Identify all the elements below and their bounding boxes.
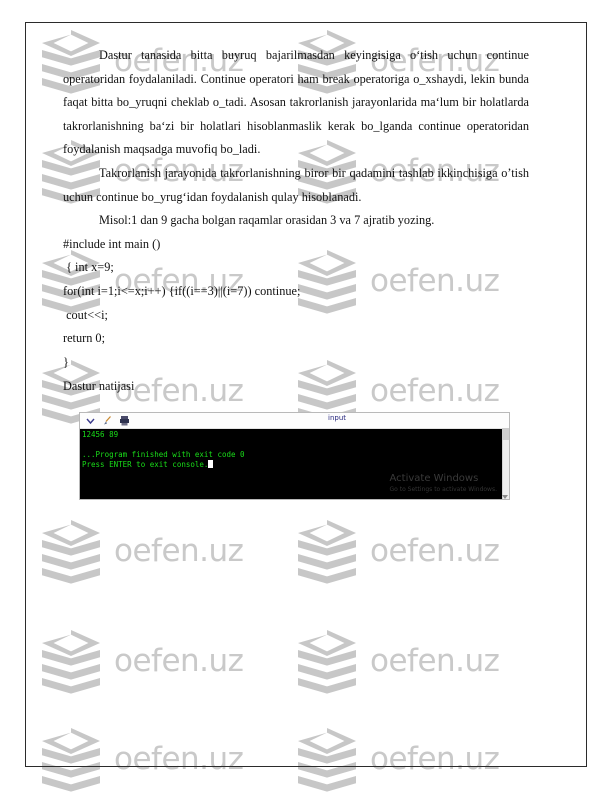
- code-line-for-loop: for(int i=1;i<=x;i++) {if((i==3)||(i=7))…: [63, 284, 301, 299]
- activate-windows-subtitle: Go to Settings to activate Windows.: [389, 486, 497, 493]
- watermark-logo-icon: [298, 630, 356, 694]
- console-scrollbar-thumb[interactable]: [502, 428, 509, 440]
- code-line-return: return 0;: [63, 331, 106, 346]
- watermark-logo-icon: [42, 520, 100, 584]
- scroll-down-arrow-icon[interactable]: [502, 495, 508, 499]
- code-line-close-brace: }: [63, 354, 69, 369]
- watermark-text: oefen.uz: [114, 740, 244, 777]
- example-statement: Misol:1 dan 9 gacha bolgan raqamlar oras…: [99, 213, 435, 228]
- result-label: Dastur natijasi: [63, 378, 135, 393]
- watermark-item: oefen.uz: [298, 630, 500, 694]
- console-output-screen[interactable]: 12456 89 ...Program finished with exit c…: [80, 429, 509, 499]
- console-tab-label: input: [328, 414, 347, 422]
- watermark-item: oefen.uz: [42, 630, 244, 694]
- broom-icon[interactable]: [101, 414, 114, 427]
- console-prompt-text: Press ENTER to exit console.: [82, 460, 209, 469]
- console-screenshot: input 12456 89 ...Program finished with …: [79, 412, 510, 500]
- watermark-item: oefen.uz: [42, 520, 244, 584]
- activate-windows-watermark: Activate Windows Go to Settings to activ…: [390, 472, 497, 494]
- watermark-item: oefen.uz: [298, 728, 500, 792]
- watermark-text: oefen.uz: [114, 642, 244, 679]
- code-line-declaration: { int x=9;: [63, 260, 114, 275]
- console-caret: [208, 460, 214, 468]
- watermark-text: oefen.uz: [114, 532, 244, 569]
- console-line-exit-code: ...Program finished with exit code 0: [82, 450, 245, 459]
- watermark-logo-icon: [298, 728, 356, 792]
- console-line-prompt: Press ENTER to exit console.: [82, 460, 509, 470]
- watermark-text: oefen.uz: [370, 740, 500, 777]
- console-line-program-output: 12456 89: [82, 430, 119, 439]
- watermark-item: oefen.uz: [298, 520, 500, 584]
- watermark-item: oefen.uz: [42, 728, 244, 792]
- activate-windows-title: Activate Windows: [389, 473, 479, 484]
- code-line-cout: cout<<i;: [63, 307, 108, 322]
- console-scrollbar[interactable]: [502, 428, 509, 499]
- printer-icon[interactable]: [118, 414, 131, 427]
- watermark-logo-icon: [42, 630, 100, 694]
- watermark-text: oefen.uz: [370, 532, 500, 569]
- watermark-logo-icon: [298, 520, 356, 584]
- paragraph-continue-usage: Takrorlanish jarayonida takrorlanishning…: [63, 166, 529, 204]
- chevron-down-icon[interactable]: [84, 414, 97, 427]
- watermark-logo-icon: [42, 728, 100, 792]
- watermark-text: oefen.uz: [370, 642, 500, 679]
- document-text-body: Dastur tanasida bitta buyruq bajarilmasd…: [63, 44, 529, 398]
- paragraph-continue-intro: Dastur tanasida bitta buyruq bajarilmasd…: [63, 48, 529, 157]
- code-line-include: #include int main (): [63, 236, 161, 251]
- console-toolbar: input: [80, 413, 509, 429]
